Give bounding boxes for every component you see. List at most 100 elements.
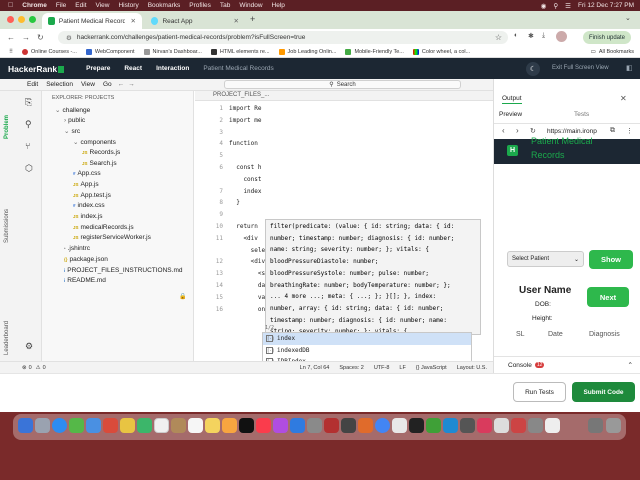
facetime-icon[interactable]	[137, 418, 152, 433]
next-button[interactable]: Next	[587, 287, 629, 307]
tree-item[interactable]: {} package.json	[64, 256, 108, 263]
bookmark-item[interactable]: Mobile-Friendly Te...	[345, 48, 404, 55]
app-icon[interactable]	[477, 418, 492, 433]
address-bar[interactable]: ⚙ hackerrank.com/challenges/patient-medi…	[58, 31, 508, 44]
chrome-icon[interactable]	[375, 418, 390, 433]
reminders-icon[interactable]	[188, 418, 203, 433]
new-tab-icon[interactable]: +	[250, 14, 255, 24]
more-vertical-icon[interactable]: ⋮	[626, 127, 633, 135]
layout-icon[interactable]: ◧	[626, 64, 633, 72]
trash-icon[interactable]	[606, 418, 621, 433]
app-store-icon[interactable]	[290, 418, 305, 433]
tree-item[interactable]: • .jshintrc	[64, 245, 90, 252]
forward-icon[interactable]: →	[128, 81, 135, 88]
zoom-window-button[interactable]	[29, 16, 36, 23]
tree-item[interactable]: ⌄ components	[73, 138, 116, 146]
notes-icon[interactable]	[205, 418, 220, 433]
cursor-position[interactable]: Ln 7, Col 64	[300, 365, 330, 371]
tab-tests[interactable]: Tests	[574, 111, 589, 118]
submit-code-button[interactable]: Submit Code	[572, 382, 635, 402]
show-button[interactable]: Show	[589, 250, 633, 269]
forward-icon[interactable]: →	[22, 33, 30, 42]
menu-help[interactable]: Help	[272, 2, 285, 9]
tree-item[interactable]: › public	[64, 117, 85, 124]
back-icon[interactable]: ←	[7, 33, 15, 42]
eol[interactable]: LF	[399, 365, 405, 371]
ide-menu-go[interactable]: Go	[103, 81, 112, 88]
calendar-icon[interactable]	[154, 418, 169, 433]
side-tab-problem[interactable]: Problem	[4, 115, 10, 139]
files-icon[interactable]: ⎘	[25, 97, 32, 108]
tab-patient-records[interactable]: Patient Medical Records | Hackr ✕	[42, 13, 142, 29]
music-icon[interactable]	[256, 418, 271, 433]
safari-icon[interactable]	[52, 418, 67, 433]
tree-item[interactable]: i PROJECT_FILES_INSTRUCTIONS.md	[64, 267, 182, 274]
app-icon[interactable]	[358, 418, 373, 433]
tree-item[interactable]: JS registerServiceWorker.js	[73, 234, 151, 241]
tab-search-icon[interactable]: ⌄	[625, 14, 631, 22]
warning-icon[interactable]: ⚠	[36, 365, 41, 371]
bookmark-item[interactable]: WebComponent	[85, 48, 135, 55]
ide-menu-view[interactable]: View	[81, 81, 95, 88]
tree-item[interactable]: # index.css	[73, 202, 105, 209]
tv-icon[interactable]	[239, 418, 254, 433]
vscode-icon[interactable]	[443, 418, 458, 433]
photos-icon[interactable]	[120, 418, 135, 433]
indent-setting[interactable]: Spaces: 2	[339, 365, 363, 371]
menu-window[interactable]: Window	[239, 2, 262, 9]
ide-menu-selection[interactable]: Selection	[46, 81, 73, 88]
profile-avatar[interactable]	[556, 31, 567, 42]
wifi-icon[interactable]: ◉	[541, 2, 547, 10]
tree-item[interactable]: JS Records.js	[82, 149, 120, 156]
app-icon[interactable]	[511, 418, 526, 433]
menu-history[interactable]: History	[118, 2, 138, 9]
menu-edit[interactable]: Edit	[75, 2, 86, 9]
tree-item[interactable]: JS App.js	[73, 181, 99, 188]
minimize-window-button[interactable]	[18, 16, 25, 23]
tree-item[interactable]: JS App.test.js	[73, 192, 111, 199]
menu-view[interactable]: View	[96, 2, 110, 9]
contacts-icon[interactable]	[171, 418, 186, 433]
tab-react-app[interactable]: React App ✕	[145, 13, 245, 29]
tree-item[interactable]: JS index.js	[73, 213, 103, 220]
extensions-icon[interactable]: ⬡	[25, 163, 33, 174]
finder-icon[interactable]	[18, 418, 33, 433]
close-window-button[interactable]	[7, 16, 14, 23]
bookmark-item[interactable]: Online Courses -...	[22, 48, 77, 55]
ide-menu-edit[interactable]: Edit	[27, 81, 38, 88]
mail-icon[interactable]	[86, 418, 101, 433]
search-icon[interactable]: ⚲	[25, 119, 32, 130]
run-tests-button[interactable]: Run Tests	[513, 382, 566, 402]
bookmark-item[interactable]: Color wheel, a col...	[412, 48, 470, 55]
preview-forward-icon[interactable]: ›	[516, 126, 519, 135]
language-mode[interactable]: {} JavaScript	[416, 365, 447, 371]
patient-select[interactable]: Select Patient ⌄	[507, 251, 584, 267]
menu-file[interactable]: File	[56, 2, 66, 9]
menu-tab[interactable]: Tab	[220, 2, 230, 9]
app-icon[interactable]	[341, 418, 356, 433]
bookmark-star-icon[interactable]: ☆	[495, 33, 502, 42]
bookmark-item[interactable]: HTML elements re...	[210, 48, 270, 55]
nav-react[interactable]: React	[124, 65, 142, 72]
messages-icon[interactable]	[69, 418, 84, 433]
error-icon[interactable]: ⊗	[22, 365, 27, 371]
apps-grid-icon[interactable]: ⠿	[9, 49, 13, 55]
app-icon[interactable]	[494, 418, 509, 433]
app-icon[interactable]	[528, 418, 543, 433]
menubar-clock[interactable]: Fri 12 Dec 7:27 PM	[578, 2, 634, 9]
freeform-icon[interactable]	[222, 418, 237, 433]
tree-item[interactable]: JS Search.js	[82, 160, 117, 167]
search-icon[interactable]: ⚲	[553, 2, 558, 10]
close-tab-icon[interactable]: ✕	[131, 17, 136, 25]
side-tab-leaderboard[interactable]: Leaderboard	[4, 321, 10, 355]
apple-icon[interactable]: 	[8, 2, 13, 9]
menu-profiles[interactable]: Profiles	[189, 2, 211, 9]
console-bar[interactable]: Console 12 ⌃	[494, 356, 640, 373]
tree-item[interactable]: ⌄ src	[64, 127, 80, 135]
keyboard-layout[interactable]: Layout: U.S.	[457, 365, 487, 371]
maps-icon[interactable]	[103, 418, 118, 433]
podcasts-icon[interactable]	[273, 418, 288, 433]
tab-preview[interactable]: Preview	[499, 111, 522, 118]
system-settings-icon[interactable]	[307, 418, 322, 433]
chevron-up-icon[interactable]: ⌃	[628, 361, 633, 369]
